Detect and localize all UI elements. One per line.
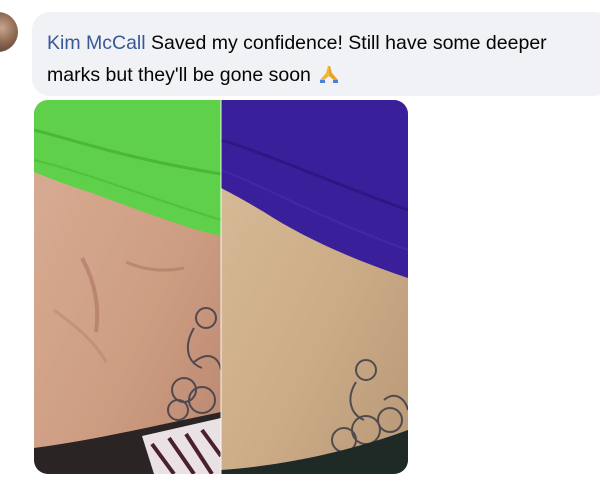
commenter-avatar[interactable] xyxy=(0,12,18,52)
before-photo-panel xyxy=(34,100,223,474)
folded-hands-icon xyxy=(320,66,339,83)
after-photo-panel xyxy=(220,100,408,474)
before-after-photo[interactable] xyxy=(34,100,408,474)
comment-author-link[interactable]: Kim McCall xyxy=(47,32,146,54)
comment-text: Kim McCall Saved my confidence! Still ha… xyxy=(47,27,595,91)
